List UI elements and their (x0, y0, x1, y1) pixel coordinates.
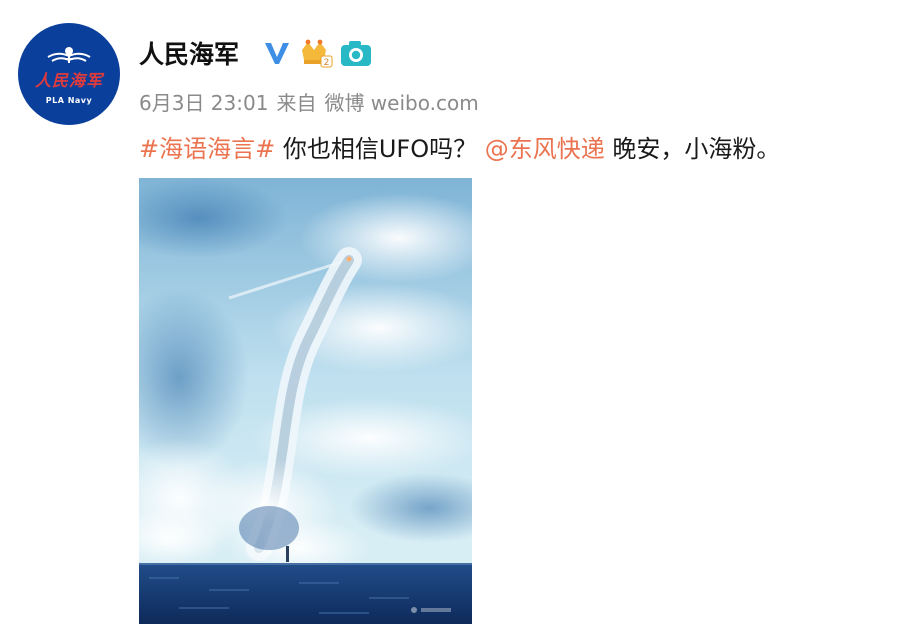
crown-vip-icon[interactable]: 2 (299, 38, 333, 68)
post-text: #海语海言# 你也相信UFO吗？ @东风快递 晚安，小海粉。 (139, 129, 780, 164)
post-source-app[interactable]: 微博 weibo.com (324, 91, 478, 115)
mention-link[interactable]: @东风快递 (485, 135, 605, 163)
post-timestamp[interactable]: 6月3日 23:01 (139, 91, 268, 115)
verified-v-icon[interactable] (262, 39, 292, 67)
avatar-subtitle: PLA Navy (45, 96, 93, 105)
avatar[interactable]: 人民海军 PLA Navy (18, 23, 120, 125)
post-meta: 6月3日 23:01 来自 微博 weibo.com (139, 87, 487, 116)
post-text-part-1: 你也相信UFO吗？ (282, 135, 478, 163)
post-source-prefix: 来自 (276, 91, 317, 115)
display-name[interactable]: 人民海军 (139, 35, 239, 71)
avatar-calligraphy: 人民海军 (34, 71, 103, 90)
post-image[interactable] (139, 178, 472, 624)
camera-icon[interactable] (340, 39, 372, 67)
svg-text:2: 2 (324, 58, 330, 68)
hashtag-link[interactable]: #海语海言# (139, 135, 275, 163)
post-text-part-2: 晚安，小海粉。 (612, 135, 781, 163)
badge-row: 2 (262, 38, 372, 68)
